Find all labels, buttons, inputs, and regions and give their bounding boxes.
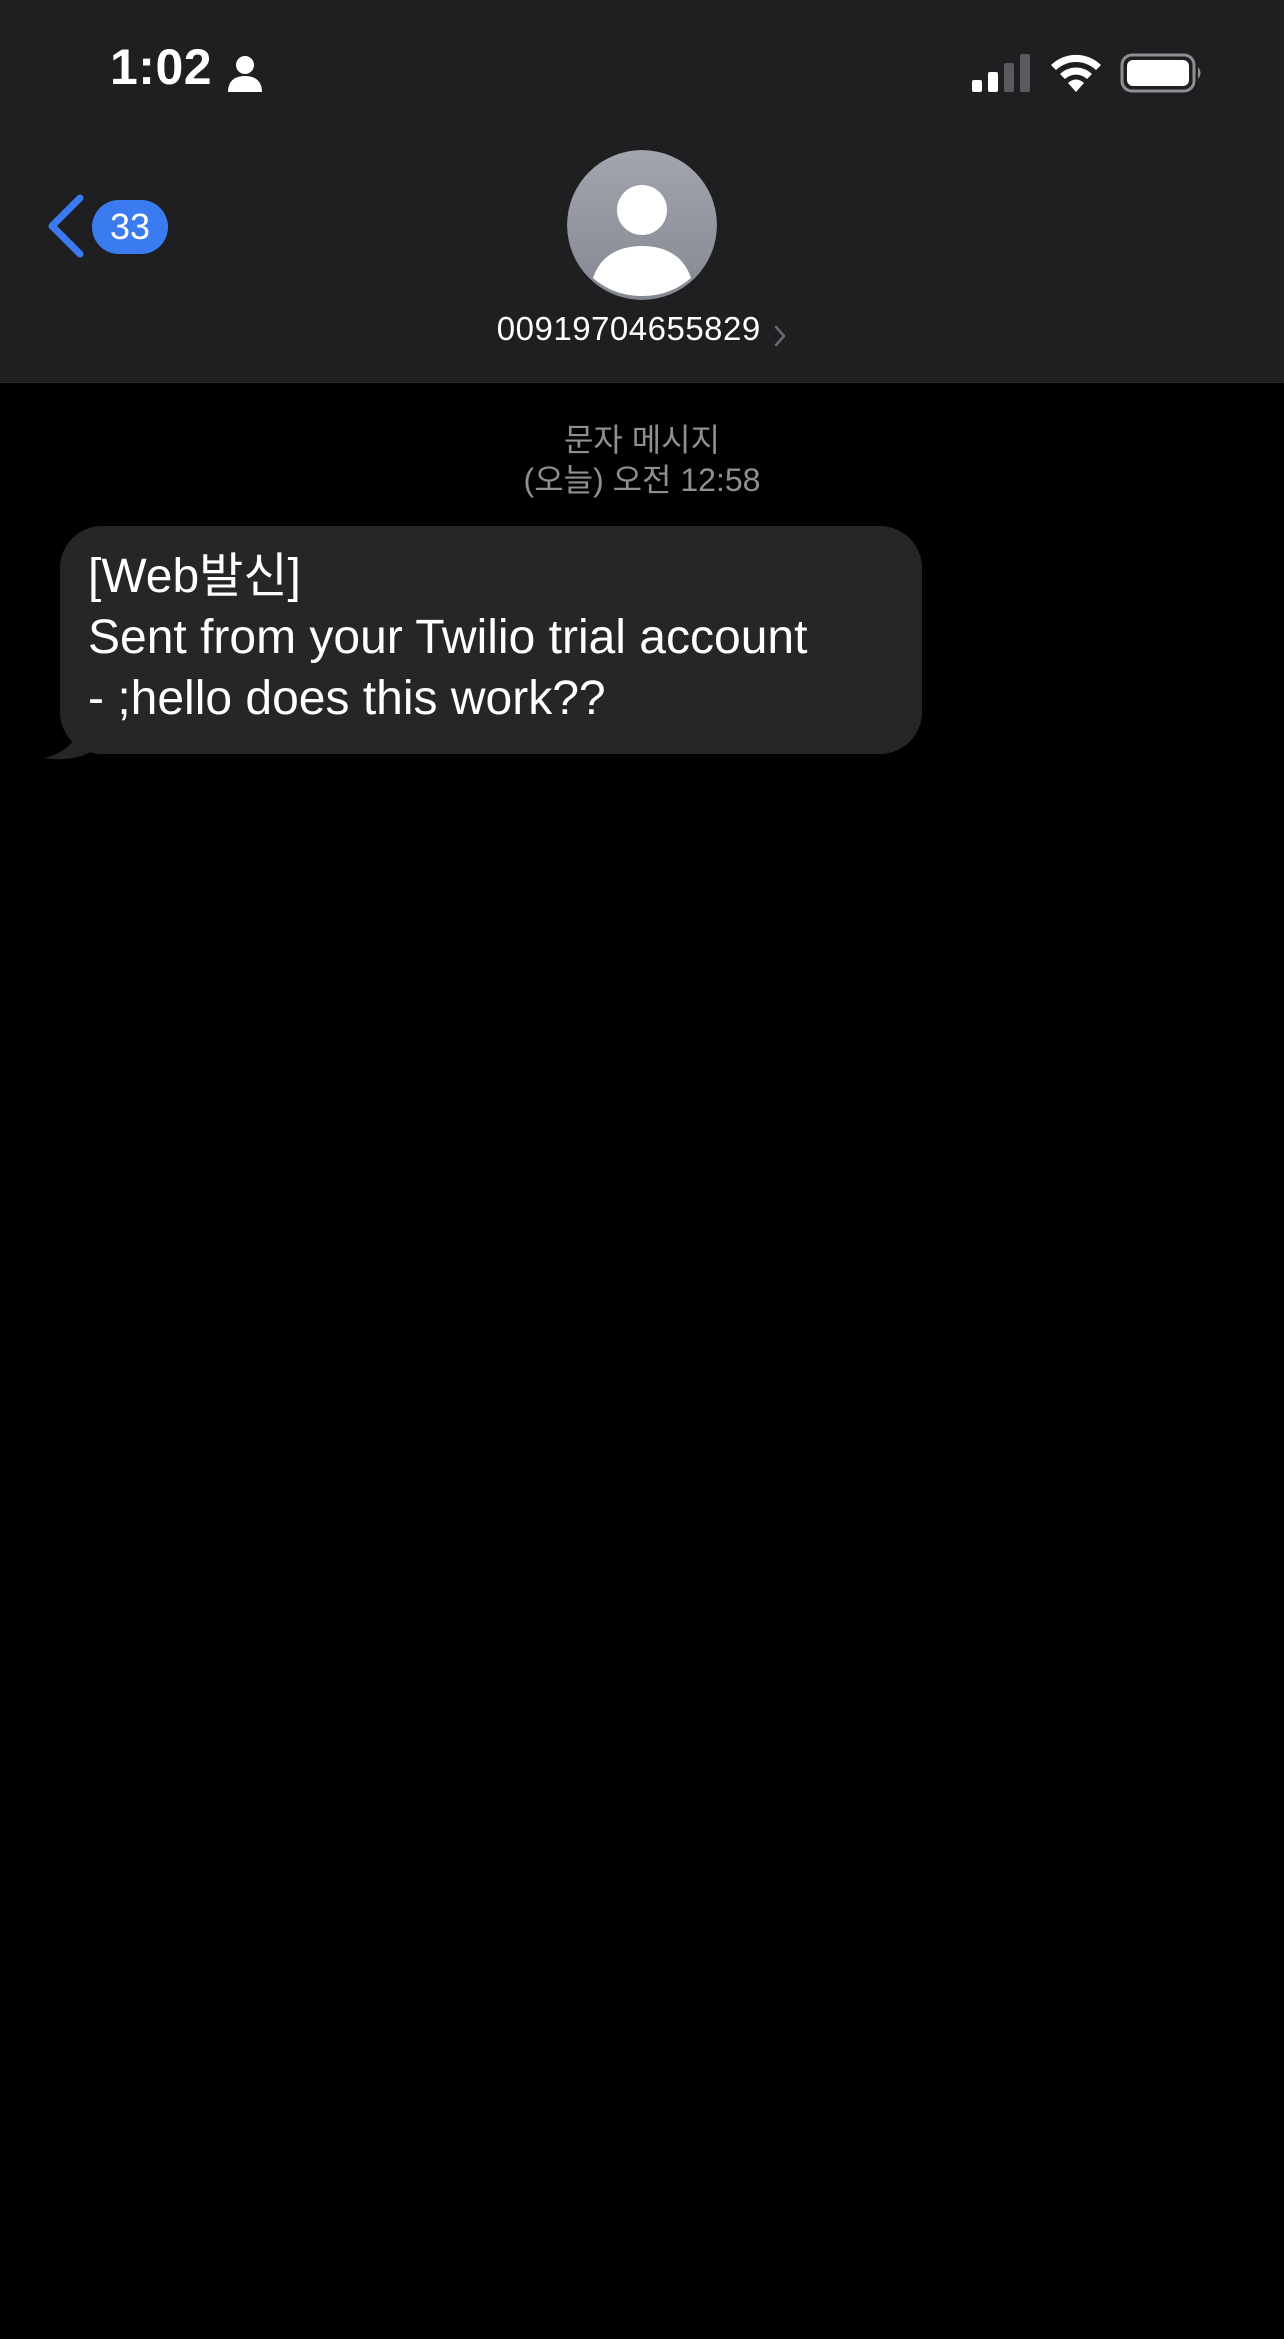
unread-count-badge: 33: [92, 200, 168, 254]
incoming-message[interactable]: [Web발신] Sent from your Twilio trial acco…: [40, 526, 930, 760]
message-timestamp: (오늘) 오전 12:58: [523, 462, 761, 498]
messages-screen: 1:02 33 00919704655829 문자 메시지 (오늘) 오전 12…: [0, 0, 1284, 2339]
chevron-right-icon: [774, 325, 786, 347]
default-avatar-icon: [567, 150, 717, 300]
service-label: 문자 메시지: [563, 422, 721, 458]
cellular-signal-icon: [972, 54, 1030, 92]
conversation-header: 1:02 33 00919704655829: [0, 0, 1284, 383]
back-button[interactable]: 33: [44, 190, 178, 262]
battery-icon: [1120, 53, 1201, 93]
message-line: Sent from your Twilio trial account: [88, 611, 808, 664]
person-icon: [228, 56, 262, 92]
wifi-icon: [1051, 54, 1101, 92]
contact-details-link[interactable]: 00919704655829: [0, 310, 1284, 348]
message-line: - ;hello does this work??: [88, 672, 606, 725]
conversation-meta: 문자 메시지 (오늘) 오전 12:58: [0, 420, 1284, 500]
chevron-left-icon: [48, 194, 84, 258]
message-line: [Web발신]: [88, 550, 301, 603]
contact-avatar[interactable]: [567, 150, 717, 300]
status-time: 1:02: [110, 39, 213, 95]
contact-name: 00919704655829: [496, 310, 761, 347]
message-text: [Web발신] Sent from your Twilio trial acco…: [88, 546, 908, 729]
